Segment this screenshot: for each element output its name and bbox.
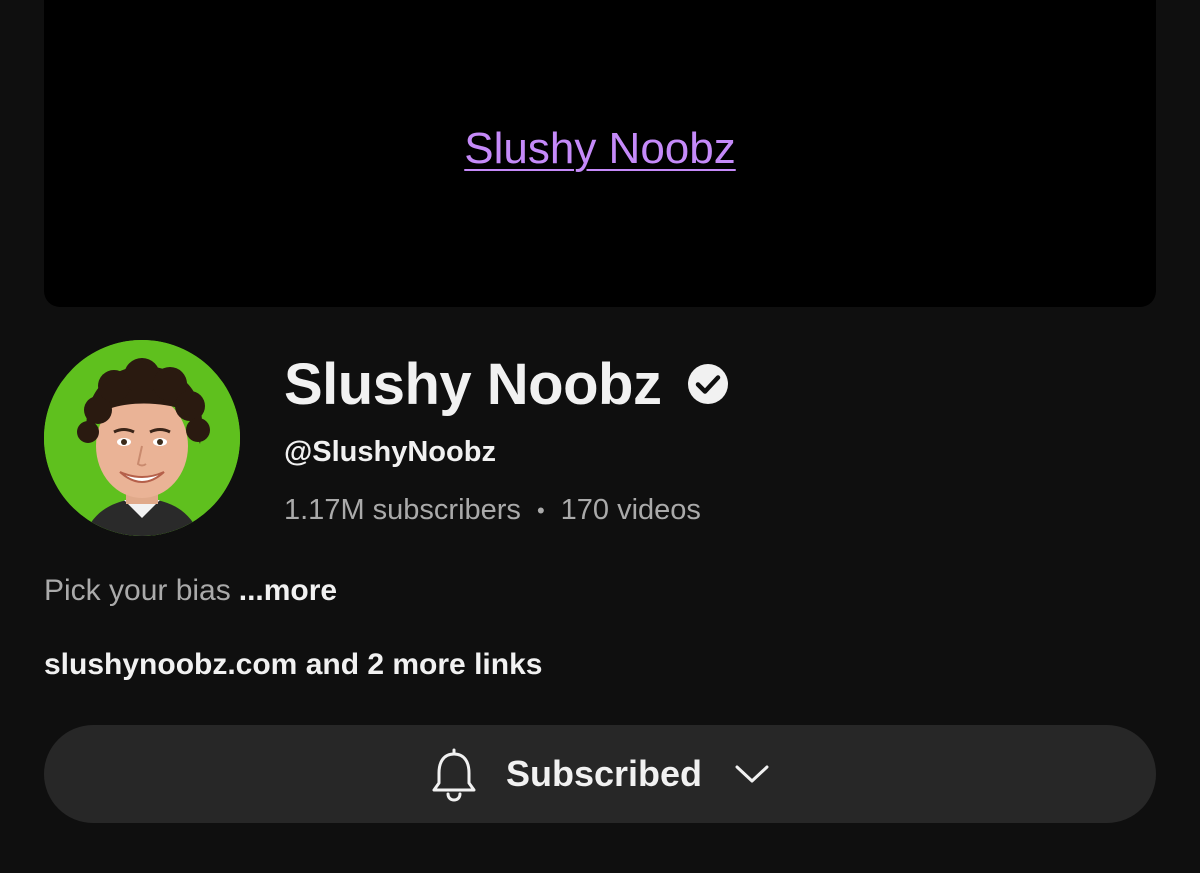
channel-banner: Slushy Noobz bbox=[44, 0, 1156, 307]
channel-description[interactable]: Pick your bias ...more bbox=[44, 574, 337, 608]
stats-separator: • bbox=[536, 497, 545, 523]
description-text: Pick your bias bbox=[44, 574, 231, 607]
channel-links[interactable]: slushynoobz.com and 2 more links bbox=[44, 648, 542, 682]
bell-icon bbox=[430, 745, 478, 803]
more-link[interactable]: ...more bbox=[239, 574, 337, 607]
channel-handle: @SlushyNoobz bbox=[284, 436, 496, 468]
video-count: 170 videos bbox=[560, 494, 701, 526]
subscriber-count: 1.17M subscribers bbox=[284, 494, 521, 526]
avatar-image bbox=[44, 340, 240, 536]
channel-stats: 1.17M subscribers • 170 videos bbox=[284, 494, 701, 527]
channel-name-row: Slushy Noobz bbox=[284, 348, 729, 420]
banner-link[interactable]: Slushy Noobz bbox=[464, 124, 735, 174]
subscribed-label: Subscribed bbox=[505, 753, 703, 794]
channel-name: Slushy Noobz bbox=[284, 351, 662, 417]
verified-check-icon bbox=[687, 363, 729, 405]
chevron-down-icon bbox=[734, 762, 770, 786]
channel-page: Slushy Noobz Slushy Noobz @SlushyNoobz 1… bbox=[0, 0, 1200, 873]
subscribed-button[interactable]: Subscribed bbox=[44, 725, 1156, 823]
avatar[interactable] bbox=[44, 340, 240, 536]
